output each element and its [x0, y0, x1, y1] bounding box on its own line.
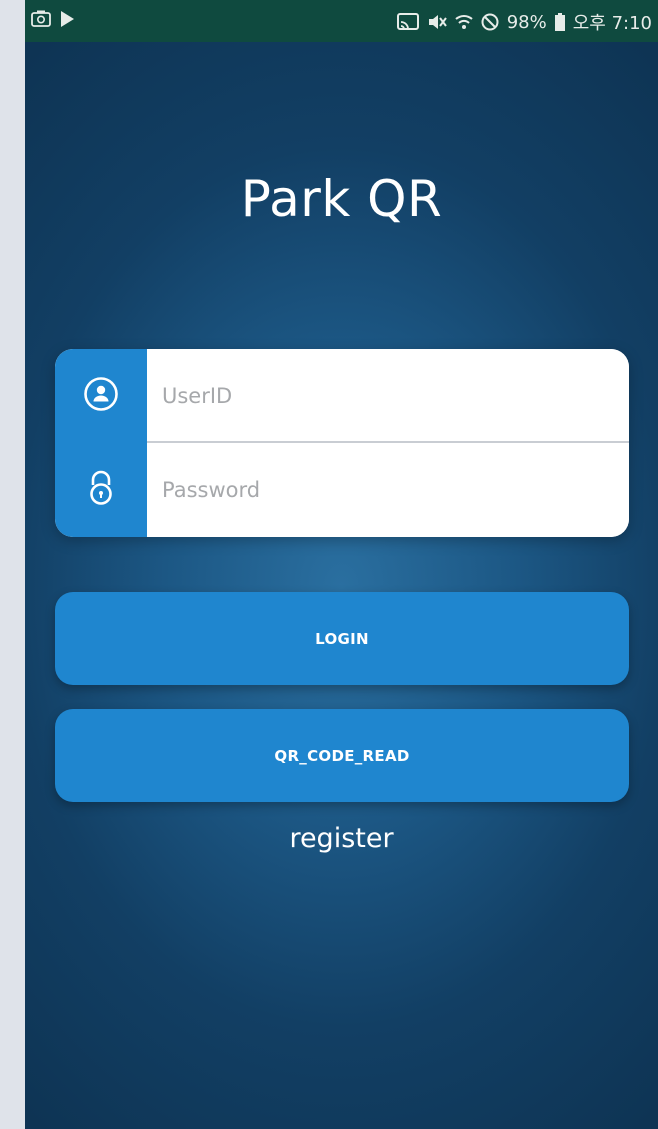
padlock-icon	[86, 469, 116, 512]
register-link[interactable]: register	[25, 823, 658, 854]
password-input[interactable]	[147, 443, 629, 537]
screenshot-notification-icon	[31, 10, 51, 28]
password-row	[55, 443, 629, 537]
userid-row	[55, 349, 629, 443]
mute-icon	[427, 13, 447, 31]
battery-percent: 98%	[506, 11, 547, 33]
login-button[interactable]: LOGIN	[55, 592, 629, 685]
userid-icon-cell	[55, 349, 147, 443]
status-left-icons	[31, 10, 75, 28]
app-title: Park QR	[240, 170, 443, 228]
cast-icon	[396, 13, 419, 31]
user-circle-icon	[83, 376, 119, 417]
password-icon-cell	[55, 443, 147, 537]
do-not-disturb-icon	[481, 13, 499, 31]
qr-code-read-button[interactable]: QR_CODE_READ	[55, 709, 629, 802]
battery-icon	[554, 13, 565, 31]
play-store-notification-icon	[59, 10, 75, 28]
login-form	[55, 349, 629, 537]
status-right-icons: 98% 오후 7:10	[396, 9, 652, 35]
phone-screen: 98% 오후 7:10 Park QR UserID LOGIN QR_CODE…	[25, 0, 658, 1129]
wifi-icon	[455, 13, 473, 31]
userid-input[interactable]	[147, 349, 629, 443]
status-time: 오후 7:10	[572, 13, 652, 34]
status-bar: 98% 오후 7:10	[25, 0, 658, 42]
